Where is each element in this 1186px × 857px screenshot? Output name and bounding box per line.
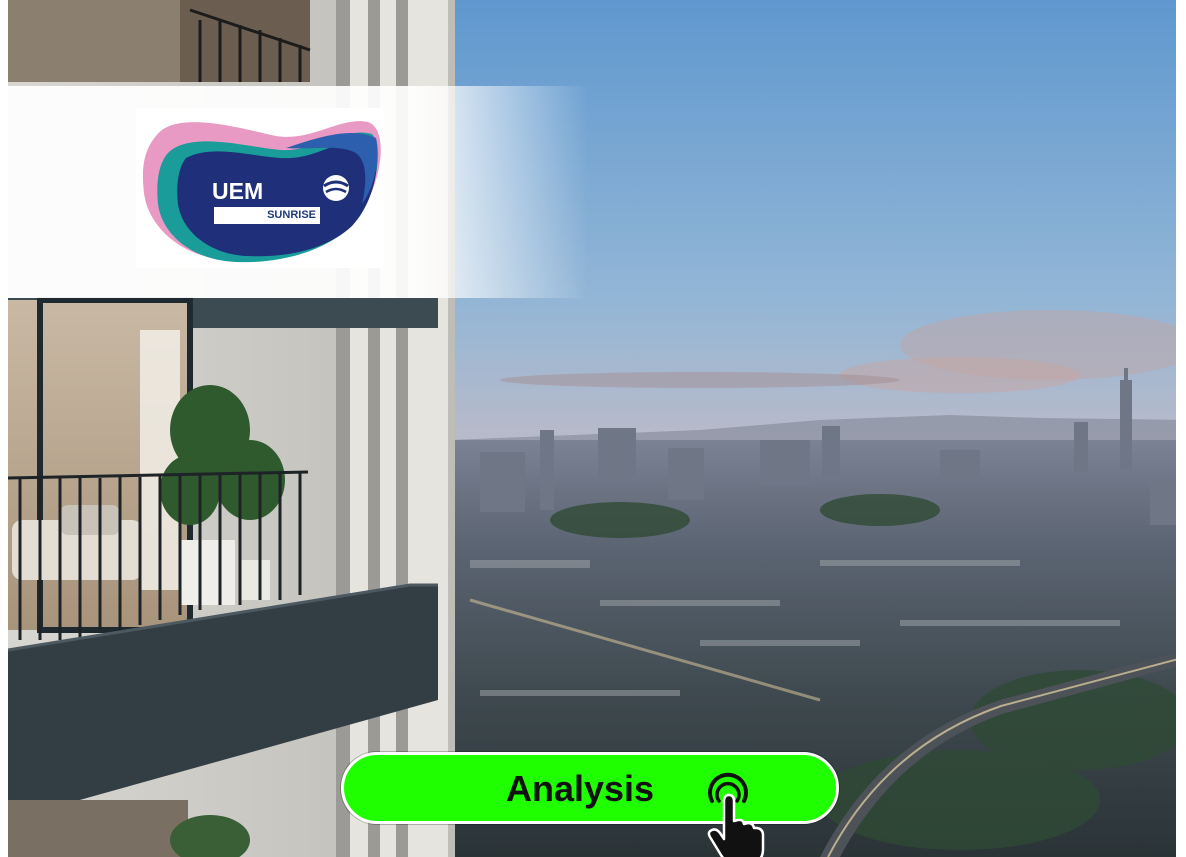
analysis-button[interactable]: Analysis [341, 752, 839, 857]
analysis-button-label: Analysis [506, 768, 655, 809]
uem-sunrise-logo: UEM SUNRISE [136, 108, 384, 268]
logo-wordmark: UEM [212, 178, 264, 204]
video-frame: UEM SUNRISE Analysis [0, 0, 1186, 857]
pointing-hand-tap-icon [707, 772, 765, 857]
logo-sub-wordmark: SUNRISE [267, 209, 316, 221]
logo-sub-bar: SUNRISE [214, 207, 320, 224]
